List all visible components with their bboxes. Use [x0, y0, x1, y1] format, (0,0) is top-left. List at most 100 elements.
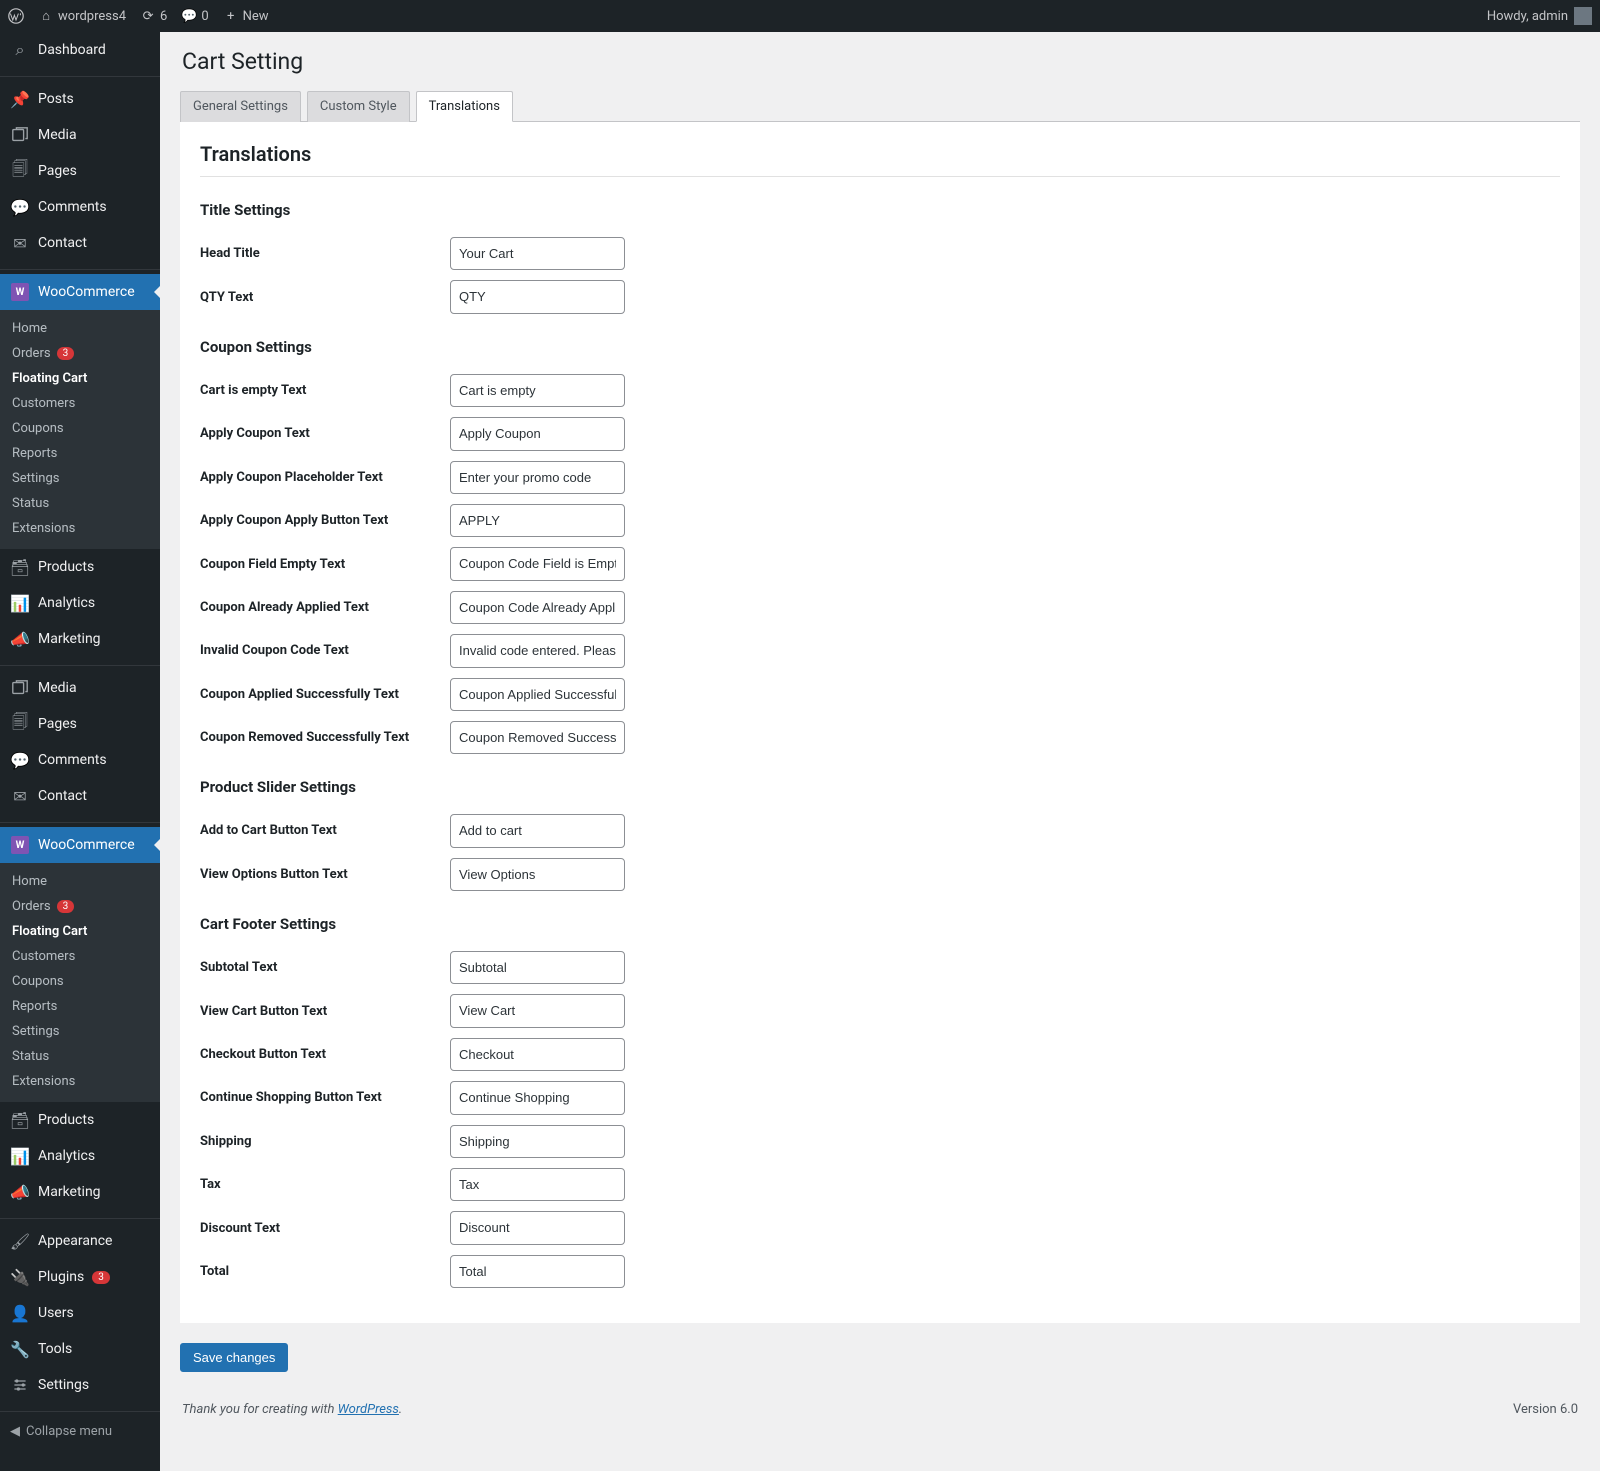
page-title: Cart Setting [182, 48, 1580, 75]
apply-ph-input[interactable] [450, 461, 625, 494]
comment-icon: 💬 [181, 8, 197, 24]
sidebar-label: Media [38, 127, 77, 143]
analytics-icon: 📊 [10, 1146, 30, 1166]
submenu-orders-2[interactable]: Orders3 [0, 894, 160, 919]
footer-thanks: Thank you for creating with WordPress. [182, 1402, 402, 1417]
submenu-coupons-2[interactable]: Coupons [0, 969, 160, 994]
invalid-input[interactable] [450, 634, 625, 667]
sidebar-item-comments-2[interactable]: 💬Comments [0, 742, 160, 778]
group-cart-footer: Cart Footer Settings [200, 915, 1560, 933]
submenu-status[interactable]: Status [0, 491, 160, 516]
shipping-input[interactable] [450, 1125, 625, 1158]
products-icon: 🗃 [10, 557, 30, 577]
admin-bar: ⌂wordpress4 ⟳6 💬0 +New Howdy, admin [0, 0, 1600, 32]
updates-count: 6 [160, 9, 167, 24]
submenu-reports-2[interactable]: Reports [0, 994, 160, 1019]
sidebar-item-comments[interactable]: 💬Comments [0, 189, 160, 225]
continue-label: Continue Shopping Button Text [200, 1090, 450, 1105]
sidebar-item-analytics[interactable]: 📊Analytics [0, 585, 160, 621]
apply-btn-input[interactable] [450, 504, 625, 537]
sidebar-item-products-2[interactable]: 🗃Products [0, 1102, 160, 1138]
submenu-coupons[interactable]: Coupons [0, 416, 160, 441]
submenu-floating-cart-2[interactable]: Floating Cart [0, 919, 160, 944]
view-cart-input[interactable] [450, 994, 625, 1027]
view-options-input[interactable] [450, 858, 625, 891]
updates-link[interactable]: ⟳6 [140, 8, 167, 24]
qty-text-input[interactable] [450, 280, 625, 313]
total-label: Total [200, 1264, 450, 1279]
continue-input[interactable] [450, 1081, 625, 1114]
sidebar-item-settings[interactable]: Settings [0, 1367, 160, 1403]
sidebar-item-woocommerce[interactable]: WWooCommerce [0, 274, 160, 310]
qty-text-label: QTY Text [200, 290, 450, 305]
comments-link[interactable]: 💬0 [181, 8, 208, 24]
products-icon: 🗃 [10, 1110, 30, 1130]
submenu-floating-cart[interactable]: Floating Cart [0, 366, 160, 391]
submenu-status-2[interactable]: Status [0, 1044, 160, 1069]
sidebar-label: Dashboard [38, 42, 106, 58]
sidebar-item-users[interactable]: 👤Users [0, 1295, 160, 1331]
submenu-reports[interactable]: Reports [0, 441, 160, 466]
tab-general-settings[interactable]: General Settings [180, 91, 301, 122]
removed-ok-label: Coupon Removed Successfully Text [200, 730, 450, 745]
subtotal-input[interactable] [450, 951, 625, 984]
comment-icon: 💬 [10, 750, 30, 770]
avatar [1574, 7, 1592, 25]
submenu-settings-2[interactable]: Settings [0, 1019, 160, 1044]
applied-ok-input[interactable] [450, 678, 625, 711]
mail-icon: ✉ [10, 233, 30, 253]
submenu-settings[interactable]: Settings [0, 466, 160, 491]
sidebar-item-products[interactable]: 🗃Products [0, 549, 160, 585]
sidebar-item-contact-2[interactable]: ✉Contact [0, 778, 160, 814]
sidebar-item-media[interactable]: Media [0, 117, 160, 153]
collapse-menu[interactable]: ◀Collapse menu [0, 1416, 160, 1447]
sidebar-item-analytics-2[interactable]: 📊Analytics [0, 1138, 160, 1174]
sidebar-item-appearance[interactable]: 🖌Appearance [0, 1223, 160, 1259]
sidebar-item-woocommerce-2[interactable]: WWooCommerce [0, 827, 160, 863]
sidebar-item-posts[interactable]: 📌Posts [0, 81, 160, 117]
sidebar-item-marketing-2[interactable]: 📣Marketing [0, 1174, 160, 1210]
submenu-customers[interactable]: Customers [0, 391, 160, 416]
tab-translations[interactable]: Translations [416, 91, 513, 122]
tax-input[interactable] [450, 1168, 625, 1201]
wp-logo[interactable] [8, 8, 24, 24]
user-menu[interactable]: Howdy, admin [1487, 7, 1592, 25]
head-title-input[interactable] [450, 237, 625, 270]
apply-coupon-input[interactable] [450, 417, 625, 450]
apply-ph-label: Apply Coupon Placeholder Text [200, 470, 450, 485]
discount-input[interactable] [450, 1211, 625, 1244]
sidebar-item-marketing[interactable]: 📣Marketing [0, 621, 160, 657]
sidebar-item-media-2[interactable]: Media [0, 670, 160, 706]
submenu-customers-2[interactable]: Customers [0, 944, 160, 969]
wordpress-icon [8, 8, 24, 24]
sidebar-item-dashboard[interactable]: ⌕Dashboard [0, 32, 160, 68]
sidebar-item-contact[interactable]: ✉Contact [0, 225, 160, 261]
submenu-home[interactable]: Home [0, 316, 160, 341]
sidebar-item-pages[interactable]: 🗐Pages [0, 153, 160, 189]
tab-custom-style[interactable]: Custom Style [307, 91, 410, 122]
sidebar-item-plugins[interactable]: 🔌Plugins3 [0, 1259, 160, 1295]
invalid-label: Invalid Coupon Code Text [200, 643, 450, 658]
collapse-icon: ◀ [10, 1424, 20, 1439]
submenu-extensions-2[interactable]: Extensions [0, 1069, 160, 1094]
field-empty-input[interactable] [450, 547, 625, 580]
checkout-input[interactable] [450, 1038, 625, 1071]
cart-empty-input[interactable] [450, 374, 625, 407]
save-button[interactable]: Save changes [180, 1343, 288, 1372]
submenu-orders[interactable]: Orders3 [0, 341, 160, 366]
field-empty-label: Coupon Field Empty Text [200, 557, 450, 572]
settings-panel: Translations Title Settings Head Title Q… [180, 121, 1580, 1323]
wordpress-link[interactable]: WordPress [338, 1402, 399, 1417]
group-coupon-settings: Coupon Settings [200, 338, 1560, 356]
submenu-home-2[interactable]: Home [0, 869, 160, 894]
new-content-link[interactable]: +New [223, 8, 269, 24]
already-input[interactable] [450, 591, 625, 624]
submenu-extensions[interactable]: Extensions [0, 516, 160, 541]
removed-ok-input[interactable] [450, 721, 625, 754]
checkout-label: Checkout Button Text [200, 1047, 450, 1062]
sidebar-item-tools[interactable]: 🔧Tools [0, 1331, 160, 1367]
add-to-cart-input[interactable] [450, 814, 625, 847]
total-input[interactable] [450, 1255, 625, 1288]
sidebar-item-pages-2[interactable]: 🗐Pages [0, 706, 160, 742]
site-name-link[interactable]: ⌂wordpress4 [38, 8, 126, 24]
